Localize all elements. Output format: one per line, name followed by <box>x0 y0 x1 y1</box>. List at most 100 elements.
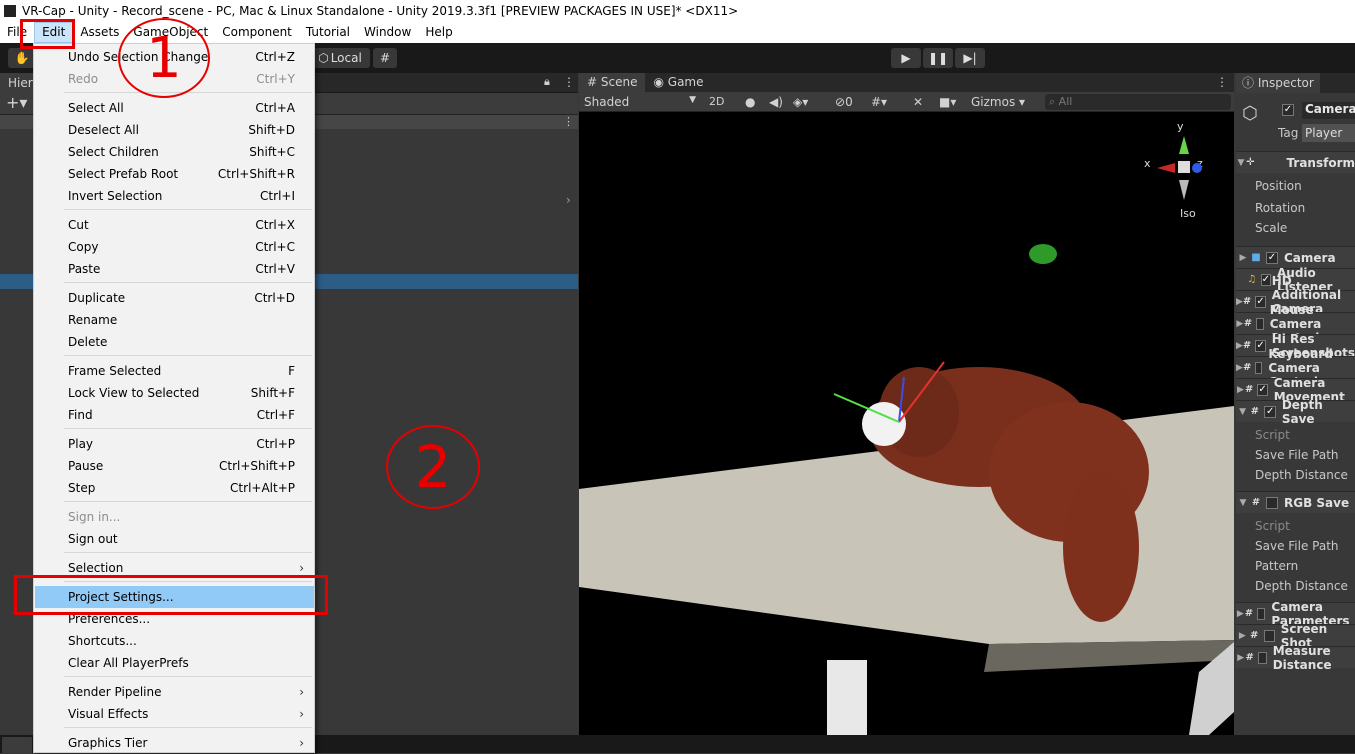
script-icon: # <box>1249 629 1259 641</box>
tools-icon[interactable]: ✕ <box>913 95 923 109</box>
menu-item-sign-out[interactable]: Sign out <box>35 528 314 550</box>
menu-item-visual-effects[interactable]: Visual Effects › <box>35 703 314 725</box>
menu-item-graphics-tier[interactable]: Graphics Tier › <box>35 732 314 754</box>
menu-item-label: Redo <box>68 72 99 86</box>
object-name-field[interactable]: Camera <box>1302 102 1355 119</box>
component-depth-save[interactable]: ▼ # ✓ Depth Save <box>1236 398 1355 426</box>
camera-settings-icon[interactable]: ■▾ <box>939 95 956 109</box>
search-icon: ⌕ <box>1049 94 1059 108</box>
effects-icon[interactable]: ◈▾ <box>793 95 808 109</box>
gizmos-dropdown[interactable]: Gizmos ▾ <box>971 95 1025 109</box>
component-checkbox[interactable]: ✓ <box>1255 295 1266 308</box>
menu-separator <box>64 727 312 728</box>
menu-item-select-prefab-root[interactable]: Select Prefab Root Ctrl+Shift+R <box>35 163 314 185</box>
menu-separator <box>64 282 312 283</box>
hand-tool-button[interactable]: ✋ <box>8 48 36 68</box>
menu-item-deselect-all[interactable]: Deselect All Shift+D <box>35 119 314 141</box>
grid-snap-button[interactable]: # <box>373 48 397 68</box>
scene-search-input[interactable]: ⌕ All <box>1045 93 1231 110</box>
scene-options-icon[interactable]: ⋮ <box>563 115 574 128</box>
menu-item-invert-selection[interactable]: Invert Selection Ctrl+I <box>35 185 314 207</box>
annotation-box-edit <box>20 19 75 49</box>
menu-item-rename[interactable]: Rename <box>35 309 314 331</box>
menu-window[interactable]: Window <box>357 22 418 43</box>
audio-icon[interactable]: ◀) <box>769 95 783 109</box>
component-checkbox[interactable] <box>1263 629 1275 642</box>
draw-mode-dropdown[interactable]: Shaded ▼ <box>584 95 696 109</box>
menu-item-clear-playerprefs[interactable]: Clear All PlayerPrefs <box>35 652 314 674</box>
menu-item-render-pipeline[interactable]: Render Pipeline › <box>35 681 314 703</box>
play-button[interactable]: ▶ <box>891 48 921 68</box>
orientation-gizmo[interactable] <box>1149 128 1219 208</box>
menu-item-duplicate[interactable]: Duplicate Ctrl+D <box>35 287 314 309</box>
scene-viewport[interactable]: y x z Iso <box>579 112 1234 735</box>
expand-arrow-icon: ▶ <box>1237 384 1244 395</box>
expand-arrow-icon: ▶ <box>1238 630 1246 641</box>
component-checkbox[interactable]: ✓ <box>1255 339 1266 352</box>
grid-toggle-icon[interactable]: #▾ <box>871 95 887 109</box>
tab-project[interactable] <box>2 737 32 753</box>
menu-item-select-all[interactable]: Select All Ctrl+A <box>35 97 314 119</box>
more-options-icon[interactable]: ⋮ <box>563 75 575 89</box>
gizmo-y-cone <box>1179 136 1189 154</box>
tab-game[interactable]: ◉ Game <box>645 73 711 92</box>
active-checkbox[interactable]: ✓ <box>1282 104 1294 116</box>
gizmo-down-cone <box>1179 180 1189 200</box>
scene-more-icon[interactable]: ⋮ <box>1216 75 1228 89</box>
menu-item-shortcut: Ctrl+V <box>255 262 295 276</box>
menu-item-paste[interactable]: Paste Ctrl+V <box>35 258 314 280</box>
component-label: RGB Save <box>1284 495 1350 510</box>
menu-separator <box>64 501 312 502</box>
tag-dropdown[interactable]: Player <box>1302 124 1355 142</box>
menu-item-cut[interactable]: Cut Ctrl+X <box>35 214 314 236</box>
menu-tutorial[interactable]: Tutorial <box>299 22 357 43</box>
component-checkbox[interactable] <box>1257 651 1267 664</box>
tab-game-label: Game <box>667 75 704 89</box>
component-checkbox[interactable] <box>1256 317 1264 330</box>
component-checkbox[interactable] <box>1255 361 1263 374</box>
menu-assets[interactable]: Assets <box>73 22 126 43</box>
lighting-icon[interactable]: ● <box>745 95 755 109</box>
script-icon: # <box>1243 317 1253 329</box>
prop-position: Position <box>1255 179 1302 193</box>
menu-item-find[interactable]: Find Ctrl+F <box>35 404 314 426</box>
menu-help[interactable]: Help <box>418 22 459 43</box>
component-rgb-save[interactable]: ▼ # RGB Save <box>1236 491 1355 513</box>
component-transform[interactable]: ▼ ✛ Transform <box>1236 151 1355 173</box>
component-checkbox[interactable]: ✓ <box>1264 405 1276 418</box>
component-measure-distance[interactable]: ▶ # Measure Distance <box>1236 644 1355 672</box>
component-checkbox[interactable]: ✓ <box>1260 273 1272 286</box>
add-icon[interactable]: +▾ <box>6 93 27 112</box>
annotation-circle-step-1: 1 <box>118 18 210 98</box>
tab-inspector[interactable]: ⓘ Inspector <box>1236 73 1320 93</box>
menu-item-copy[interactable]: Copy Ctrl+C <box>35 236 314 258</box>
menu-item-shortcut: Ctrl+Alt+P <box>230 481 295 495</box>
menu-item-step[interactable]: Step Ctrl+Alt+P <box>35 477 314 499</box>
menu-item-shortcuts[interactable]: Shortcuts... <box>35 630 314 652</box>
menu-item-delete[interactable]: Delete <box>35 331 314 353</box>
expand-chevron-icon[interactable]: › <box>566 193 571 207</box>
lock-icon[interactable]: 🔒︎ <box>544 75 550 89</box>
pause-button[interactable]: ❚❚ <box>923 48 953 68</box>
gizmo-z-dot <box>1192 163 1202 173</box>
component-checkbox[interactable] <box>1266 496 1278 509</box>
component-checkbox[interactable]: ✓ <box>1257 383 1268 396</box>
menu-item-label: Lock View to Selected <box>68 386 200 400</box>
menu-item-sign-in[interactable]: Sign in... <box>35 506 314 528</box>
tab-scene[interactable]: # Scene <box>579 73 646 92</box>
search-placeholder: All <box>1058 94 1073 108</box>
menu-separator <box>64 428 312 429</box>
menu-item-select-children[interactable]: Select Children Shift+C <box>35 141 314 163</box>
mode-2d-button[interactable]: 2D <box>709 95 724 108</box>
step-button[interactable]: ▶| <box>955 48 985 68</box>
menu-item-frame-selected[interactable]: Frame Selected F <box>35 360 314 382</box>
component-checkbox[interactable] <box>1257 607 1266 620</box>
menu-item-lock-view[interactable]: Lock View to Selected Shift+F <box>35 382 314 404</box>
menu-item-pause[interactable]: Pause Ctrl+Shift+P <box>35 455 314 477</box>
menu-component[interactable]: Component <box>215 22 299 43</box>
hidden-objects-icon[interactable]: ⊘0 <box>835 95 853 109</box>
menu-item-play[interactable]: Play Ctrl+P <box>35 433 314 455</box>
pivot-rotation-button[interactable]: ⬡ Local <box>310 48 370 68</box>
menu-item-label: Pause <box>68 459 104 473</box>
component-checkbox[interactable]: ✓ <box>1266 251 1278 264</box>
